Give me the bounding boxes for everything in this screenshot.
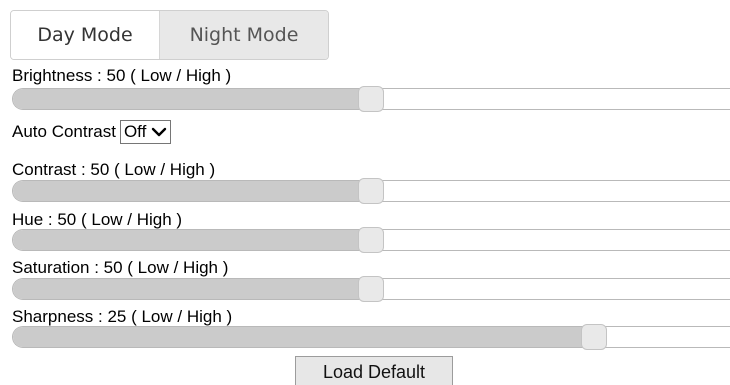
hue-slider[interactable] (12, 227, 730, 253)
chevron-down-icon (151, 124, 167, 140)
sharpness-label: Sharpness : 25 ( Low / High ) (12, 307, 233, 326)
slider-fill (13, 279, 372, 299)
auto-contrast-select[interactable]: Off (119, 120, 172, 144)
saturation-label: Saturation : 50 ( Low / High ) (12, 258, 229, 277)
slider-thumb[interactable] (581, 324, 607, 350)
brightness-slider[interactable] (12, 86, 730, 112)
saturation-slider[interactable] (12, 276, 730, 302)
slider-thumb[interactable] (358, 178, 384, 204)
slider-track (12, 326, 730, 348)
tab-night-mode[interactable]: Night Mode (159, 11, 328, 59)
contrast-label: Contrast : 50 ( Low / High ) (12, 160, 216, 179)
mode-tabs: Day Mode Night Mode (10, 10, 329, 60)
slider-thumb[interactable] (358, 86, 384, 112)
hue-label: Hue : 50 ( Low / High ) (12, 210, 183, 229)
load-default-button[interactable]: Load Default (295, 356, 453, 385)
slider-fill (13, 181, 372, 201)
slider-fill (13, 327, 595, 347)
slider-fill (13, 89, 372, 109)
slider-thumb[interactable] (358, 227, 384, 253)
brightness-label: Brightness : 50 ( Low / High ) (12, 66, 232, 85)
contrast-slider[interactable] (12, 178, 730, 204)
slider-thumb[interactable] (358, 276, 384, 302)
auto-contrast-label: Auto Contrast (12, 122, 116, 141)
auto-contrast-row: Auto Contrast Off (12, 120, 172, 144)
slider-fill (13, 230, 372, 250)
auto-contrast-value: Off (123, 122, 147, 141)
sharpness-slider[interactable] (12, 324, 730, 350)
tab-day-mode[interactable]: Day Mode (11, 11, 159, 59)
